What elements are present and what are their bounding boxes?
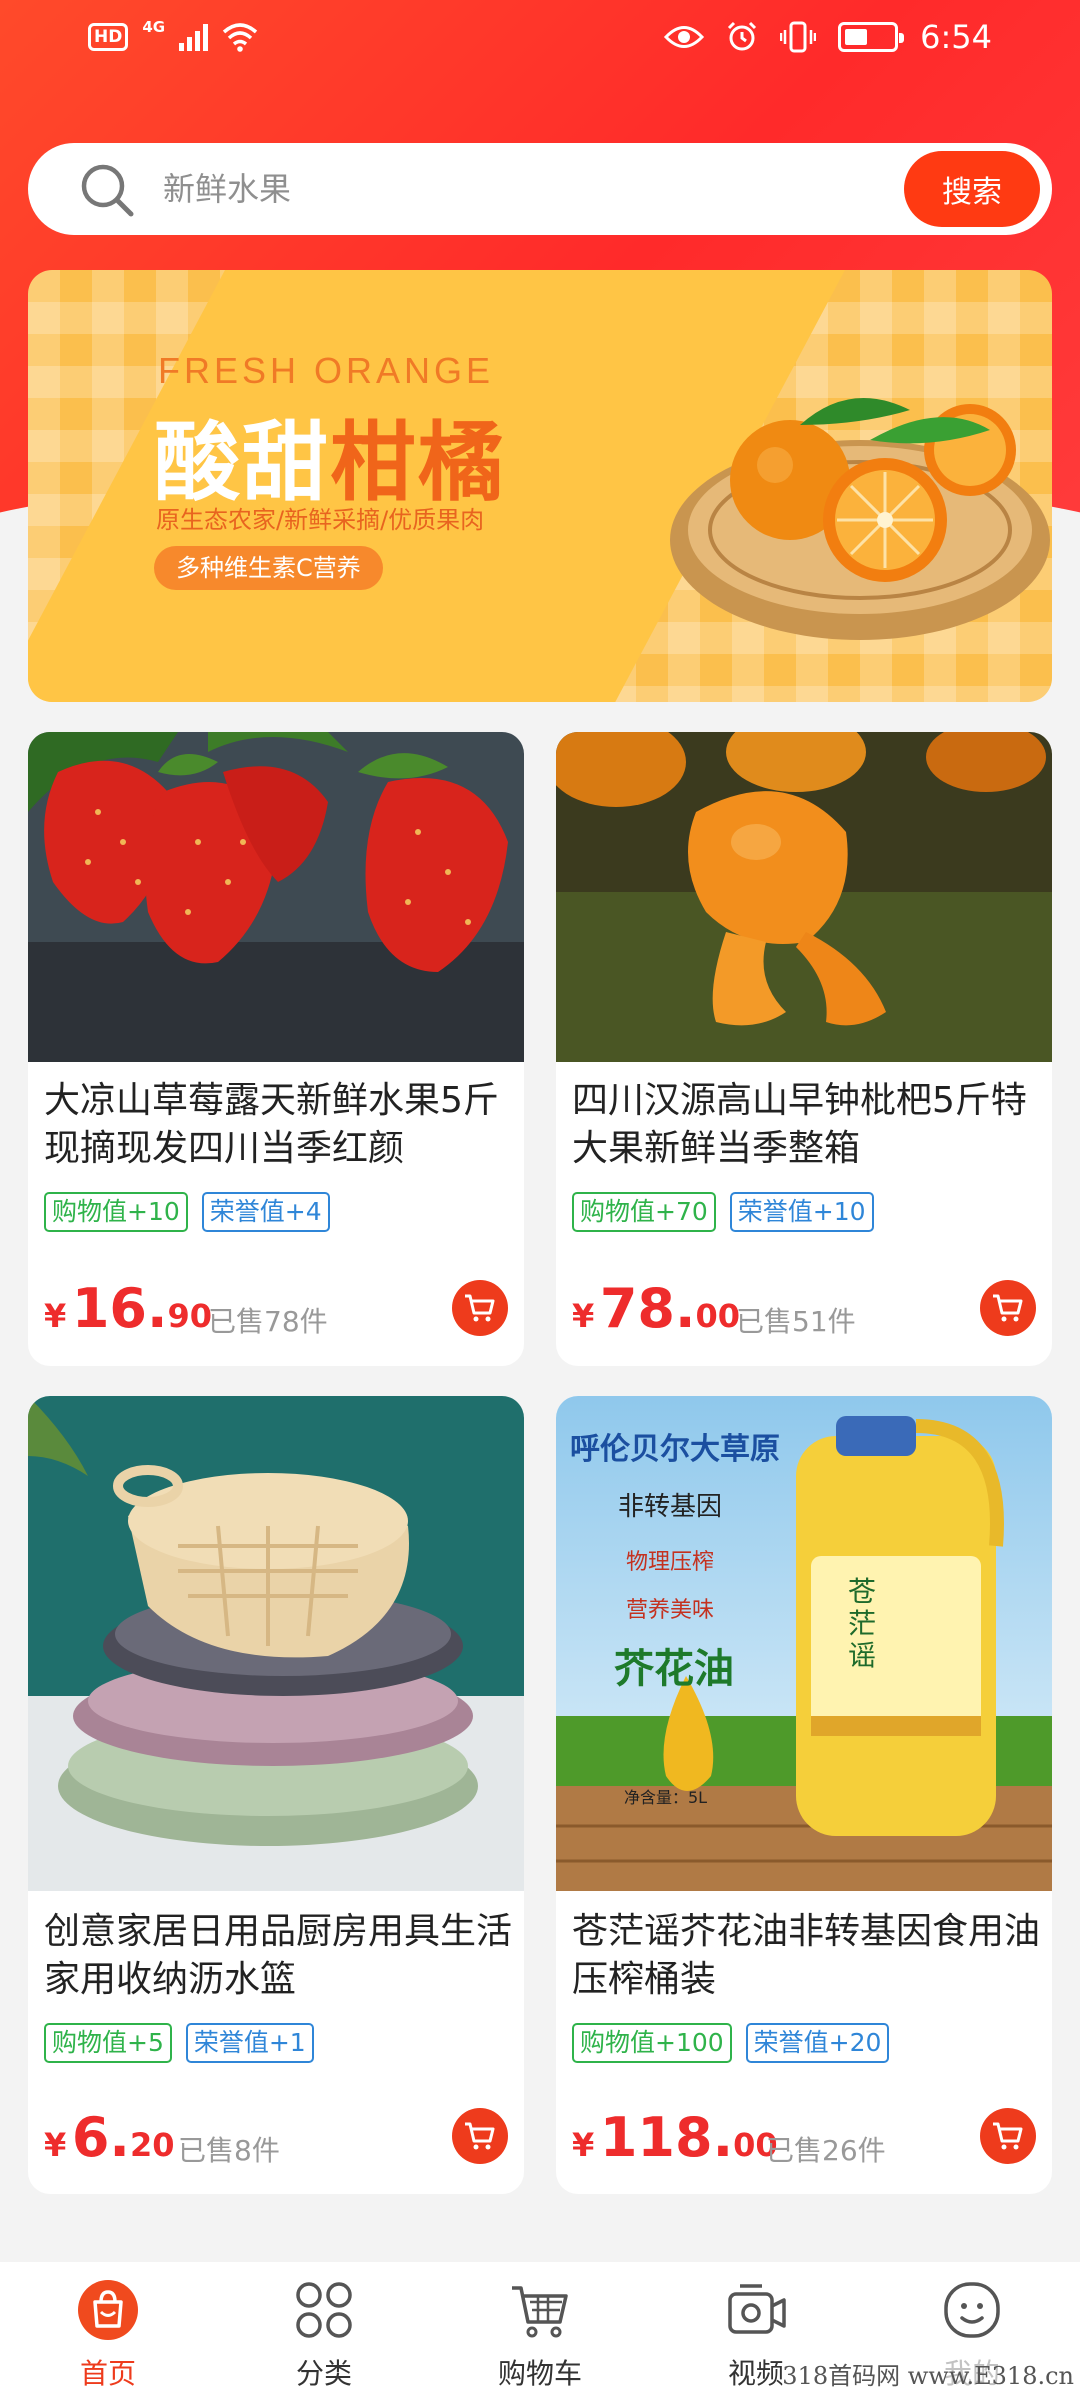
image-text-oil: 芥花油	[614, 1646, 734, 1692]
product-image-drain-basket	[28, 1396, 524, 1891]
honor-value-tag: 荣誉值+10	[729, 1192, 874, 1232]
price-integer: 6.	[71, 2106, 130, 2169]
shopping-value-tag: 购物值+100	[572, 2023, 732, 2063]
eye-comfort-icon	[664, 26, 705, 48]
network-type: 4G	[142, 18, 166, 36]
product-card[interactable]: 创意家居日用品厨房用具生活家用收纳沥水篮 购物值+5 荣誉值+1 ¥ 6.20 …	[28, 1396, 524, 2194]
cart-icon	[465, 1294, 495, 1322]
hd-badge: HD	[88, 23, 129, 51]
sold-count: 已售8件	[178, 2134, 280, 2167]
price-symbol: ¥	[44, 1297, 67, 1335]
banner-title-part2: 柑橘	[330, 413, 506, 513]
price-decimal: 00	[695, 1297, 741, 1335]
banner-subtitle: 原生态农家/新鲜采摘/优质果肉	[156, 506, 485, 534]
product-image-loquat	[556, 732, 1052, 1062]
price-symbol: ¥	[44, 2126, 67, 2164]
image-text-volume: 净含量：5L	[624, 1788, 708, 1807]
product-price: ¥ 118.00	[572, 2106, 778, 2169]
honor-value-tag: 荣誉值+4	[201, 1192, 330, 1232]
price-decimal: 20	[129, 2126, 175, 2164]
search-icon	[81, 164, 134, 217]
image-text-press: 物理压榨	[626, 1550, 715, 1575]
honor-value-tag: 荣誉值+1	[185, 2023, 314, 2063]
sold-count: 已售26件	[766, 2134, 886, 2167]
product-price: ¥ 16.90	[44, 1277, 212, 1340]
profile-face-icon	[944, 2282, 1000, 2338]
cart-icon	[993, 1294, 1023, 1322]
shopping-value-tag: 购物值+70	[572, 1192, 716, 1232]
product-image-canola-oil: 呼伦贝尔大草原 非转基因 物理压榨 营养美味 芥花油 净含量：5L 苍茫谣	[556, 1396, 1052, 1891]
product-title[interactable]: 苍茫谣芥花油非转基因食用油压榨桶装	[572, 1908, 1042, 2004]
alarm-icon	[728, 21, 757, 51]
price-integer: 118.	[599, 2106, 734, 2169]
bottle-label: 苍茫谣	[848, 1575, 877, 1672]
signal-icon	[179, 23, 209, 51]
image-text-taste: 营养美味	[626, 1598, 715, 1623]
cart-icon	[993, 2122, 1023, 2150]
promo-banner[interactable]: FRESH ORANGE 酸甜柑橘 原生态农家/新鲜采摘/优质果肉 多种维生素C…	[28, 270, 1052, 702]
product-title[interactable]: 创意家居日用品厨房用具生活家用收纳沥水篮	[44, 1908, 514, 2004]
banner-title-part1: 酸甜	[154, 413, 330, 513]
home-bag-icon	[78, 2280, 138, 2340]
add-to-cart-button[interactable]	[452, 1280, 508, 1336]
nav-cart[interactable]: 购物车	[432, 2262, 648, 2400]
video-icon	[728, 2284, 786, 2334]
price-symbol: ¥	[572, 2126, 595, 2164]
nav-home[interactable]: 首页	[0, 2262, 216, 2400]
wifi-icon	[222, 23, 258, 52]
nav-category[interactable]: 分类	[216, 2262, 432, 2400]
banner-english-title: FRESH ORANGE	[158, 350, 495, 391]
nav-category-label: 分类	[295, 2357, 352, 2390]
category-grid-icon	[296, 2282, 352, 2338]
image-text-gmo: 非转基因	[618, 1492, 723, 1522]
product-card[interactable]: 呼伦贝尔大草原 非转基因 物理压榨 营养美味 芥花油 净含量：5L 苍茫谣 苍茫…	[556, 1396, 1052, 2194]
product-price: ¥ 78.00	[572, 1277, 740, 1340]
search-button[interactable]: 搜索	[904, 151, 1040, 227]
sold-count: 已售78件	[208, 1305, 328, 1338]
cart-icon	[465, 2122, 495, 2150]
price-integer: 16.	[71, 1277, 168, 1340]
nav-cart-label: 购物车	[497, 2357, 582, 2390]
search-input[interactable]	[163, 163, 903, 215]
watermark: 318首码网 www.E318.cn	[782, 2356, 1074, 2391]
banner-pill: 多种维生素C营养	[154, 546, 383, 590]
product-image-strawberry	[28, 732, 524, 1062]
clock: 6:54	[920, 18, 992, 56]
status-bar: HD 4G 6:54	[0, 0, 1080, 80]
product-title[interactable]: 大凉山草莓露天新鲜水果5斤现摘现发四川当季红颜	[44, 1077, 514, 1173]
nav-home-label: 首页	[79, 2357, 136, 2390]
orange-basket-image	[670, 398, 1050, 640]
honor-value-tag: 荣誉值+20	[745, 2023, 890, 2063]
shopping-cart-icon	[512, 2286, 568, 2338]
add-to-cart-button[interactable]	[980, 1280, 1036, 1336]
add-to-cart-button[interactable]	[980, 2108, 1036, 2164]
price-decimal: 90	[167, 1297, 213, 1335]
vibrate-icon	[780, 21, 817, 53]
image-heading: 呼伦贝尔大草原	[570, 1432, 780, 1467]
product-title[interactable]: 四川汉源高山早钟枇杷5斤特大果新鲜当季整箱	[572, 1077, 1042, 1173]
add-to-cart-button[interactable]	[452, 2108, 508, 2164]
product-price: ¥ 6.20	[44, 2106, 174, 2169]
sold-count: 已售51件	[736, 1305, 856, 1338]
search-bar: 搜索	[28, 143, 1052, 235]
price-integer: 78.	[599, 1277, 696, 1340]
shopping-value-tag: 购物值+10	[44, 1192, 188, 1232]
battery-icon	[838, 22, 905, 52]
product-card[interactable]: 四川汉源高山早钟枇杷5斤特大果新鲜当季整箱 购物值+70 荣誉值+10 ¥ 78…	[556, 732, 1052, 1366]
price-symbol: ¥	[572, 1297, 595, 1335]
product-card[interactable]: 大凉山草莓露天新鲜水果5斤现摘现发四川当季红颜 购物值+10 荣誉值+4 ¥ 1…	[28, 732, 524, 1366]
shopping-value-tag: 购物值+5	[44, 2023, 172, 2063]
banner-title: 酸甜柑橘	[154, 392, 506, 517]
